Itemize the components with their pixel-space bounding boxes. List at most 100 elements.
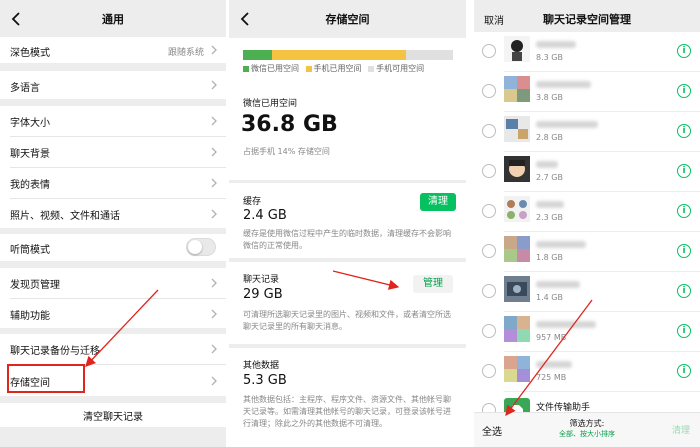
settings-item-label: 聊天记录备份与迁移 (10, 346, 100, 357)
chat-list-item[interactable]: 文件传输助手 (474, 392, 700, 412)
other-data-size: 5.3 GB (243, 373, 287, 388)
chat-list-item[interactable]: 1.8 GB i (474, 232, 700, 272)
select-radio[interactable] (482, 403, 496, 412)
settings-item-media-files-calls[interactable]: 照片、视频、文件和通话 (0, 199, 226, 228)
settings-group-discover: 发现页管理 辅助功能 (0, 268, 226, 328)
chat-size: 1.8 GB (536, 253, 563, 262)
chat-avatar-thumbnail (504, 196, 530, 222)
settings-item-chat-backup[interactable]: 聊天记录备份与迁移 (0, 334, 226, 364)
file-transfer-icon (504, 398, 530, 412)
info-icon[interactable]: i (677, 284, 691, 298)
chat-avatar-thumbnail (504, 356, 530, 382)
wechat-usage-bar-segment (243, 50, 272, 60)
settings-item-font-size[interactable]: 字体大小 (0, 106, 226, 136)
settings-item-accessibility[interactable]: 辅助功能 (0, 299, 226, 328)
settings-group-display: 字体大小 聊天背景 我的表情 照片、视频、文件和通话 (0, 106, 226, 228)
storage-legend: 微信已用空间 手机已用空间 手机可用空间 (243, 63, 424, 74)
chat-list-item[interactable]: 3.8 GB i (474, 72, 700, 112)
wechat-used-label: 微信已用空间 (243, 99, 298, 109)
info-icon[interactable]: i (677, 124, 691, 138)
legend-phone-free-swatch (368, 65, 375, 72)
chat-list-item[interactable]: 1.4 GB i (474, 272, 700, 312)
select-radio[interactable] (482, 44, 496, 58)
settings-item-label: 照片、视频、文件和通话 (10, 211, 120, 222)
chat-list-item[interactable]: 957 MB i (474, 312, 700, 352)
earpiece-mode-toggle[interactable] (186, 238, 216, 256)
chat-name-blurred (536, 241, 586, 248)
chat-avatar-thumbnail (504, 316, 530, 342)
select-radio[interactable] (482, 284, 496, 298)
settings-item-label: 深色模式 (10, 48, 50, 59)
info-icon[interactable]: i (677, 204, 691, 218)
chat-name-blurred (536, 41, 576, 48)
settings-item-label: 字体大小 (10, 118, 50, 129)
chat-list-item[interactable]: 2.8 GB i (474, 112, 700, 152)
select-radio[interactable] (482, 164, 496, 178)
chat-avatar-thumbnail (504, 156, 530, 182)
storage-panel: 存储空间 微信已用空间 手机已用空间 手机可用空间 微信已用空间 36.8 GB… (229, 0, 466, 447)
settings-item-label: 聊天背景 (10, 149, 50, 160)
select-radio[interactable] (482, 124, 496, 138)
chat-name-blurred (536, 161, 558, 168)
chat-name-blurred (536, 281, 580, 288)
settings-item-value: 跟随系统 (167, 48, 204, 58)
manage-chat-records-button[interactable]: 管理 (413, 275, 453, 293)
chat-list-item[interactable]: 725 MB i (474, 352, 700, 392)
chevron-right-icon (211, 344, 217, 354)
page-title: 通用 (102, 13, 124, 26)
general-navbar: 通用 (0, 0, 226, 38)
other-data-section: 其他数据 5.3 GB 其他数据包括：主程序、程序文件、资源文件、其他帐号聊天记… (229, 348, 466, 447)
select-radio[interactable] (482, 84, 496, 98)
clear-chat-history-label: 清空聊天记录 (83, 412, 143, 423)
clear-button[interactable]: 清理 (672, 423, 690, 436)
settings-item-earpiece-mode: 听筒模式 (0, 234, 226, 261)
chevron-right-icon (211, 278, 217, 288)
select-radio[interactable] (482, 324, 496, 338)
info-icon[interactable]: i (677, 84, 691, 98)
chat-storage-manage-panel: 取消 聊天记录空间管理 8.3 GB i 3.8 GB i 2.8 GB i 2… (474, 0, 700, 447)
chat-name-blurred (536, 201, 564, 208)
select-radio[interactable] (482, 204, 496, 218)
chat-size: 2.8 GB (536, 133, 563, 142)
settings-item-label: 多语言 (10, 83, 40, 94)
chat-avatar-thumbnail (504, 236, 530, 262)
chat-name-blurred (536, 361, 572, 368)
cache-description: 缓存是使用微信过程中产生的临时数据，清理缓存不会影响微信的正常使用。 (243, 229, 451, 250)
chevron-right-icon (211, 147, 217, 157)
settings-item-chat-background[interactable]: 聊天背景 (0, 137, 226, 167)
chat-size: 725 MB (536, 373, 567, 382)
cancel-button[interactable]: 取消 (484, 12, 504, 27)
info-icon[interactable]: i (677, 244, 691, 258)
select-radio[interactable] (482, 364, 496, 378)
chat-name-blurred (536, 321, 596, 328)
chat-list-item[interactable]: 2.3 GB i (474, 192, 700, 232)
settings-item-language[interactable]: 多语言 (0, 71, 226, 99)
clear-chat-history-button[interactable]: 清空聊天记录 (0, 403, 226, 427)
chat-size: 8.3 GB (536, 53, 563, 62)
chat-size: 957 MB (536, 333, 567, 342)
settings-item-dark-mode[interactable]: 深色模式 跟随系统 (0, 37, 226, 63)
toggle-knob (188, 240, 202, 254)
wechat-used-percent: 占据手机 14% 存储空间 (243, 147, 330, 156)
page-title: 聊天记录空间管理 (543, 13, 631, 26)
settings-item-discover-manage[interactable]: 发现页管理 (0, 268, 226, 298)
settings-item-my-stickers[interactable]: 我的表情 (0, 168, 226, 198)
info-icon[interactable]: i (677, 44, 691, 58)
info-icon[interactable]: i (677, 364, 691, 378)
chat-size: 3.8 GB (536, 93, 563, 102)
chat-list-item[interactable]: 2.7 GB i (474, 152, 700, 192)
legend-wechat-swatch (243, 65, 249, 72)
storage-navbar: 存储空间 (229, 0, 466, 38)
chat-name: 文件传输助手 (536, 403, 591, 412)
other-data-description: 其他数据包括：主程序、程序文件、资源文件、其他帐号聊天记录等。如需清理其他帐号的… (243, 395, 451, 428)
info-icon[interactable]: i (677, 164, 691, 178)
select-radio[interactable] (482, 244, 496, 258)
settings-item-label: 我的表情 (10, 180, 50, 191)
chat-avatar-thumbnail (504, 76, 530, 102)
filter-option-link[interactable]: 全部、按大小排序 (474, 429, 700, 439)
clean-cache-button[interactable]: 清理 (420, 193, 456, 211)
legend-phone-free: 手机可用空间 (376, 64, 425, 73)
chat-records-description: 可清理所选聊天记录里的图片、视频和文件，或者清空所选聊天记录里的所有聊天消息。 (243, 310, 451, 331)
info-icon[interactable]: i (677, 324, 691, 338)
chat-list-item[interactable]: 8.3 GB i (474, 32, 700, 72)
